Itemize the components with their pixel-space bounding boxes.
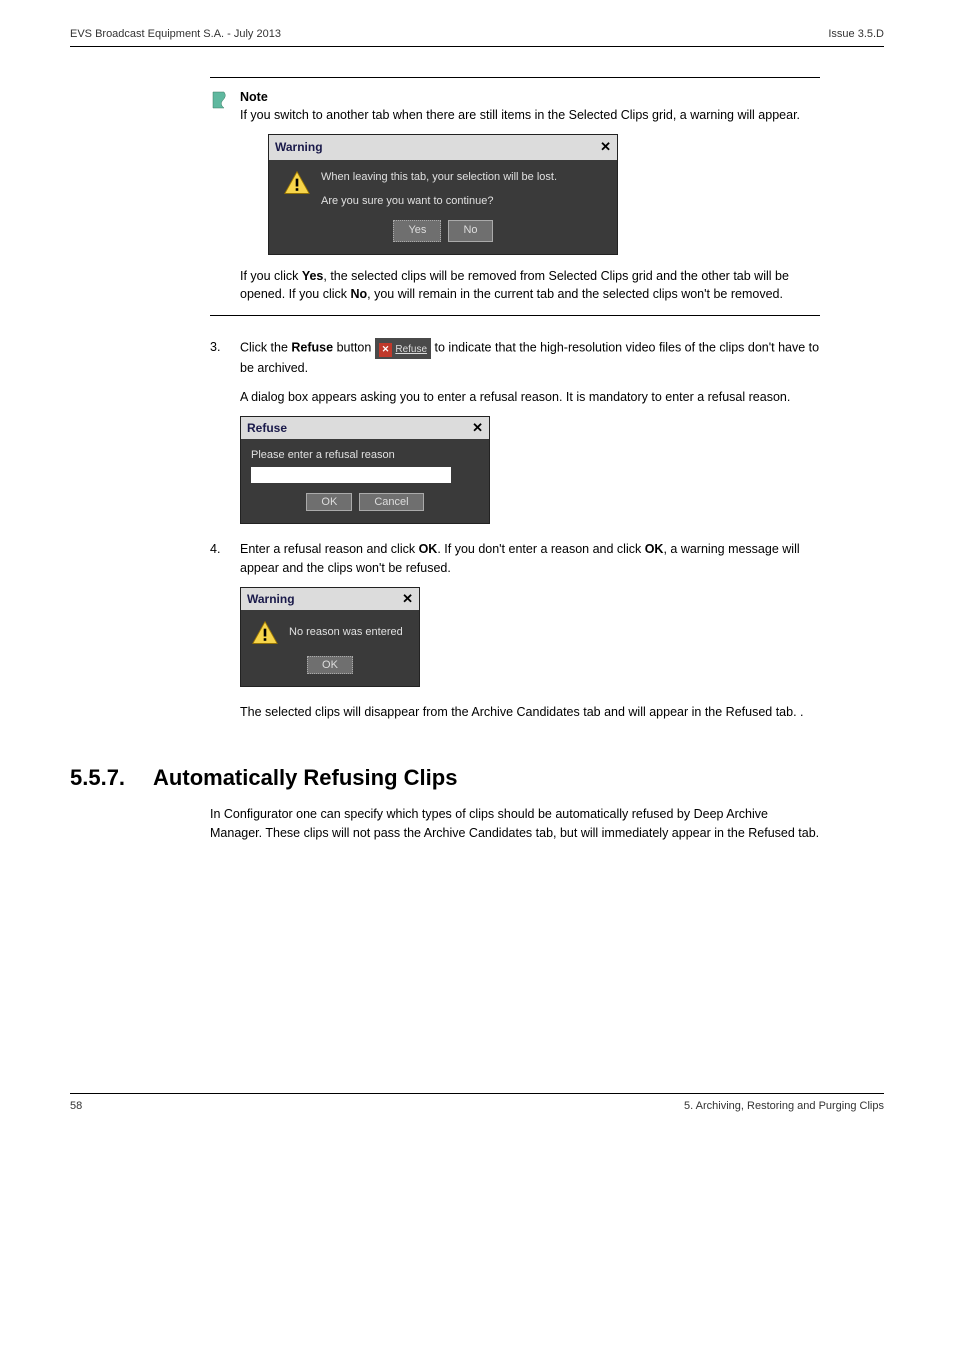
dialog2-title: Refuse [247, 421, 287, 435]
note-label: Note [240, 90, 268, 104]
ok-button[interactable]: OK [307, 656, 353, 674]
note-icon [210, 90, 230, 110]
note-after3: , you will remain in the current tab and… [367, 287, 783, 301]
close-icon[interactable]: ✕ [600, 138, 611, 157]
step-4: 4. Enter a refusal reason and click OK. … [210, 540, 820, 578]
note-text1: If you switch to another tab when there … [240, 108, 800, 122]
footer-right: 5. Archiving, Restoring and Purging Clip… [684, 1100, 884, 1112]
dialog2-label: Please enter a refusal reason [251, 449, 479, 461]
note-no: No [350, 287, 367, 301]
close-icon[interactable]: ✕ [402, 591, 413, 607]
warning-triangle-icon [251, 620, 279, 646]
dialog3-title: Warning [247, 592, 295, 606]
step3-post: button [333, 341, 375, 355]
step3-num: 3. [210, 338, 226, 378]
section-heading: 5.5.7. Automatically Refusing Clips [70, 765, 884, 791]
dialog1-title: Warning [275, 139, 323, 156]
last-paragraph: The selected clips will disappear from t… [240, 703, 820, 721]
warning-dialog-leave-tab: Warning ✕ [268, 134, 618, 255]
step3-refuse: Refuse [291, 341, 333, 355]
dialog1-line2: Are you sure you want to continue? [321, 194, 557, 210]
dialog1-line1: When leaving this tab, your selection wi… [321, 170, 557, 186]
refuse-btn-label: Refuse [395, 344, 427, 355]
no-reason-dialog: Warning ✕ No reason was entered OK [240, 587, 420, 687]
x-icon: ✕ [379, 343, 393, 357]
note-yes: Yes [302, 269, 324, 283]
yes-button[interactable]: Yes [393, 220, 441, 242]
step4-mid: . If you don't enter a reason and click [437, 542, 644, 556]
page-header: EVS Broadcast Equipment S.A. - July 2013… [70, 28, 884, 47]
note-box: Note If you switch to another tab when t… [210, 77, 820, 316]
footer-left: 58 [70, 1100, 82, 1112]
ok-button[interactable]: OK [306, 493, 352, 511]
step4-ok2: OK [645, 542, 664, 556]
refuse-inline-button[interactable]: ✕Refuse [375, 338, 431, 359]
refuse-dialog: Refuse ✕ Please enter a refusal reason O… [240, 416, 490, 524]
step-3: 3. Click the Refuse button ✕Refuse to in… [210, 338, 820, 378]
step4-ok: OK [419, 542, 438, 556]
step4-num: 4. [210, 540, 226, 578]
close-icon[interactable]: ✕ [472, 420, 483, 436]
no-button[interactable]: No [448, 220, 492, 242]
step3-pre: Click the [240, 341, 291, 355]
warning-triangle-icon [283, 170, 311, 196]
cancel-button[interactable]: Cancel [359, 493, 423, 511]
note-after: If you click [240, 269, 302, 283]
page-footer: 58 5. Archiving, Restoring and Purging C… [70, 1093, 884, 1112]
refusal-reason-input[interactable] [251, 467, 451, 483]
step4-pre: Enter a refusal reason and click [240, 542, 419, 556]
header-right: Issue 3.5.D [828, 28, 884, 40]
dialog3-msg: No reason was entered [289, 620, 403, 638]
heading-num: 5.5.7. [70, 765, 125, 791]
header-left: EVS Broadcast Equipment S.A. - July 2013 [70, 28, 281, 40]
section-body: In Configurator one can specify which ty… [210, 805, 820, 843]
heading-title: Automatically Refusing Clips [153, 765, 457, 791]
step3-sub: A dialog box appears asking you to enter… [240, 388, 820, 406]
